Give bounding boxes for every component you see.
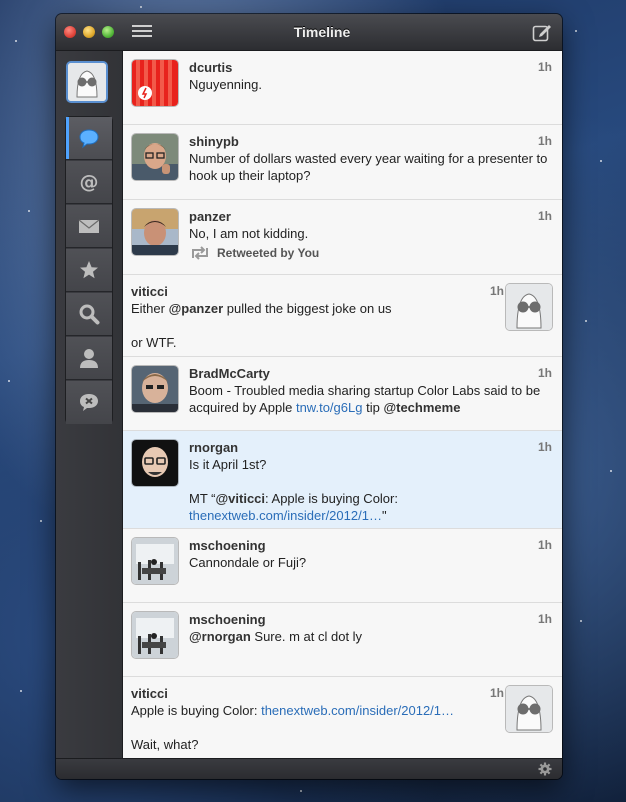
nav-favorites[interactable] <box>66 249 112 292</box>
url-link[interactable]: thenextweb.com/insider/2012/1… <box>261 703 454 718</box>
mute-bubble-icon <box>80 394 98 411</box>
person-icon <box>80 349 98 368</box>
nav-messages[interactable] <box>66 205 112 248</box>
tweet-username[interactable]: BradMcCarty <box>189 366 270 381</box>
nav-timeline[interactable] <box>66 117 112 160</box>
url-link[interactable]: thenextweb.com/insider/2012/1… <box>189 508 382 523</box>
user-avatar[interactable] <box>132 134 178 180</box>
tweet-username[interactable]: mschoening <box>189 538 266 553</box>
tweet-text-segment: : Apple is buying Color: <box>265 491 402 506</box>
user-avatar[interactable] <box>132 612 178 658</box>
tweet-username[interactable]: panzer <box>189 209 231 224</box>
mention-link[interactable]: @viticci <box>215 491 265 506</box>
tweet-text: Number of dollars wasted every year wait… <box>189 150 550 184</box>
nav-mentions[interactable]: @ <box>66 161 112 204</box>
tweet-username[interactable]: rnorgan <box>189 440 238 455</box>
user-avatar[interactable] <box>132 366 178 412</box>
close-button[interactable] <box>64 26 76 38</box>
star-icon <box>80 261 98 279</box>
nav-column: @ <box>66 117 112 424</box>
tweet-text: @rnorgan Sure. m at cl dot ly <box>189 628 550 645</box>
tweet-text: Nguyenning. <box>189 76 550 93</box>
user-avatar[interactable] <box>132 209 178 255</box>
tweet-row[interactable]: BradMcCarty 1h Boom - Troubled media sha… <box>123 357 562 431</box>
envelope-icon <box>78 219 100 233</box>
tweet-text-segment: No, I am not kidding. <box>189 226 309 241</box>
tweet-time: 1h <box>537 612 552 626</box>
tweet-username[interactable]: viticci <box>131 686 168 701</box>
tweet-text: Is it April 1st? MT “@viticci: Apple is … <box>189 456 550 524</box>
tweet-text: Either @panzer pulled the biggest joke o… <box>131 300 500 351</box>
tweet-text-segment: Cannondale or Fuji? <box>189 555 307 570</box>
tweet-time: 1h <box>537 134 552 148</box>
user-avatar[interactable] <box>132 538 178 584</box>
tweet-row[interactable]: dcurtis 1h Nguyenning. <box>123 51 562 125</box>
tweet-row[interactable]: rnorgan 1h Is it April 1st? MT “@viticci… <box>123 431 562 529</box>
minimize-button[interactable] <box>83 26 95 38</box>
bottom-bar <box>56 758 562 779</box>
user-avatar[interactable] <box>506 284 552 330</box>
tweet-row[interactable]: panzer 1h No, I am not kidding. Retweete… <box>123 200 562 275</box>
retweet-indicator: Retweeted by You <box>189 246 319 260</box>
tweet-username[interactable]: dcurtis <box>189 60 232 75</box>
tweet-username[interactable]: viticci <box>131 284 168 299</box>
tweet-text-segment: Sure. m at cl dot ly <box>250 629 363 644</box>
tweet-time: 1h <box>537 60 552 74</box>
tweet-time: 1h <box>489 284 504 298</box>
tweet-text-segment: Either <box>131 301 169 316</box>
sidebar: @ <box>56 51 123 759</box>
retweet-icon <box>192 246 208 260</box>
tweet-row[interactable]: mschoening 1h @rnorgan Sure. m at cl dot… <box>123 603 562 677</box>
tweet-row[interactable]: mschoening 1h Cannondale or Fuji? <box>123 529 562 603</box>
tweet-text-segment: " <box>381 508 387 523</box>
retweet-label: Retweeted by You <box>217 246 320 260</box>
magnifier-icon <box>79 304 100 325</box>
svg-text:@: @ <box>80 171 99 193</box>
window-title: Timeline <box>293 24 351 40</box>
user-avatar[interactable] <box>132 440 178 486</box>
title-bar[interactable]: Timeline <box>56 14 562 51</box>
compose-icon[interactable] <box>532 22 552 42</box>
tweet-username[interactable]: shinypb <box>189 134 239 149</box>
app-window: Timeline @ dcurtis 1h Nguyenning. shinyp… <box>56 14 562 779</box>
tweet-text-segment: Nguyenning. <box>189 77 262 92</box>
tweet-time: 1h <box>537 209 552 223</box>
nav-profile[interactable] <box>66 337 112 380</box>
tweet-text: Apple is buying Color: thenextweb.com/in… <box>131 702 500 753</box>
tweet-text-segment: or WTF. <box>131 335 177 350</box>
user-avatar[interactable] <box>506 686 552 732</box>
tweet-time: 1h <box>537 440 552 454</box>
tweet-text-segment: Apple is buying Color: <box>131 703 262 718</box>
tweet-text-segment: Number of dollars wasted every year wait… <box>189 151 548 183</box>
tweet-text-segment: pulled the biggest joke on us <box>223 301 392 316</box>
tweet-time: 1h <box>489 686 504 700</box>
tweet-time: 1h <box>537 366 552 380</box>
tweet-text-segment: Wait, what? <box>131 737 199 752</box>
mention-link[interactable]: @rnorgan <box>189 629 251 644</box>
tweet-text: Cannondale or Fuji? <box>189 554 550 571</box>
tweet-text: No, I am not kidding. <box>189 225 550 242</box>
tweet-time: 1h <box>537 538 552 552</box>
gear-icon[interactable] <box>538 762 552 776</box>
tweet-row[interactable]: viticci 1h Either @panzer pulled the big… <box>123 275 562 357</box>
tweet-row[interactable]: viticci 1h Apple is buying Color: thenex… <box>123 677 562 759</box>
at-icon: @ <box>80 171 99 193</box>
zoom-button[interactable] <box>102 26 114 38</box>
tweet-text: Boom - Troubled media sharing startup Co… <box>189 382 550 416</box>
tweet-row[interactable]: shinypb 1h Number of dollars wasted ever… <box>123 125 562 200</box>
tweet-username[interactable]: mschoening <box>189 612 266 627</box>
nav-search[interactable] <box>66 293 112 336</box>
mention-link[interactable]: @panzer <box>169 301 224 316</box>
timeline-list[interactable]: dcurtis 1h Nguyenning. shinypb 1h Number… <box>123 51 562 759</box>
account-avatar[interactable] <box>66 61 108 103</box>
speech-bubble-icon <box>79 129 99 149</box>
tweet-text-segment: tip <box>362 400 384 415</box>
user-avatar[interactable] <box>132 60 178 106</box>
mention-link[interactable]: @techmeme <box>383 400 460 415</box>
url-link[interactable]: tnw.to/g6Lg <box>296 400 363 415</box>
nav-mute[interactable] <box>66 381 112 424</box>
